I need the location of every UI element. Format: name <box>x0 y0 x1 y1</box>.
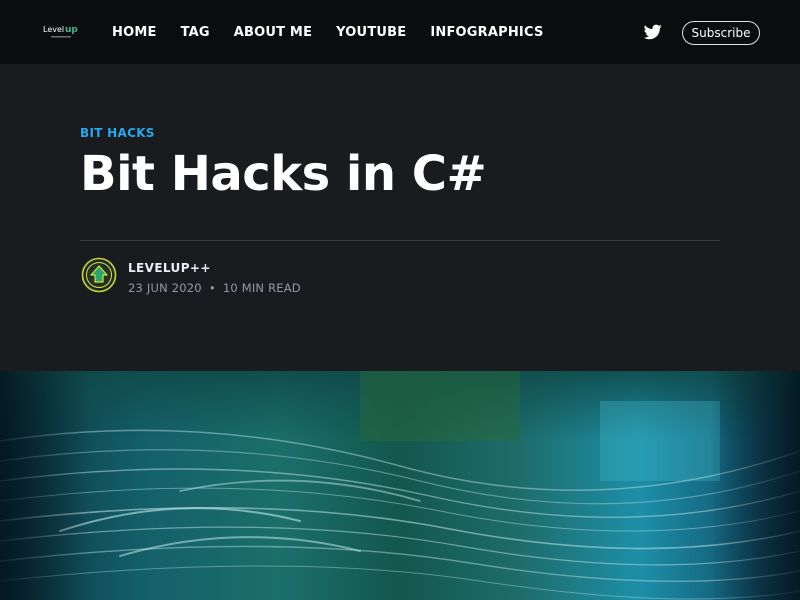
author-name[interactable]: LEVELUP++ <box>128 261 211 275</box>
post-tag-link[interactable]: BIT HACKS <box>80 126 155 140</box>
main-nav: HOME TAG ABOUT ME YOUTUBE INFOGRAPHICS <box>112 0 568 64</box>
post-meta: 23 JUN 2020 • 10 MIN READ <box>128 281 301 295</box>
nav-infographics[interactable]: INFOGRAPHICS <box>430 25 543 40</box>
subscribe-button[interactable]: Subscribe <box>682 21 760 45</box>
post-title: Bit Hacks in C# <box>80 146 487 202</box>
top-navigation-bar: Level up HOME TAG ABOUT ME YOUTUBE INFOG… <box>0 0 800 64</box>
nav-about-me[interactable]: ABOUT ME <box>234 25 312 40</box>
header-divider <box>80 240 720 241</box>
twitter-icon[interactable] <box>643 24 662 40</box>
hero-image <box>0 371 800 600</box>
post-header: BIT HACKS Bit Hacks in C# LEVELUP++ 23 J… <box>0 64 800 371</box>
author-avatar[interactable] <box>81 257 117 293</box>
site-logo[interactable]: Level up <box>42 20 78 42</box>
post-date: 23 JUN 2020 <box>128 281 202 295</box>
svg-text:up: up <box>65 25 78 35</box>
nav-youtube[interactable]: YOUTUBE <box>336 25 406 40</box>
svg-text:Level: Level <box>43 25 64 34</box>
nav-home[interactable]: HOME <box>112 25 157 40</box>
read-time: 10 MIN READ <box>222 281 301 295</box>
nav-tag[interactable]: TAG <box>181 25 210 40</box>
meta-separator: • <box>208 281 216 295</box>
